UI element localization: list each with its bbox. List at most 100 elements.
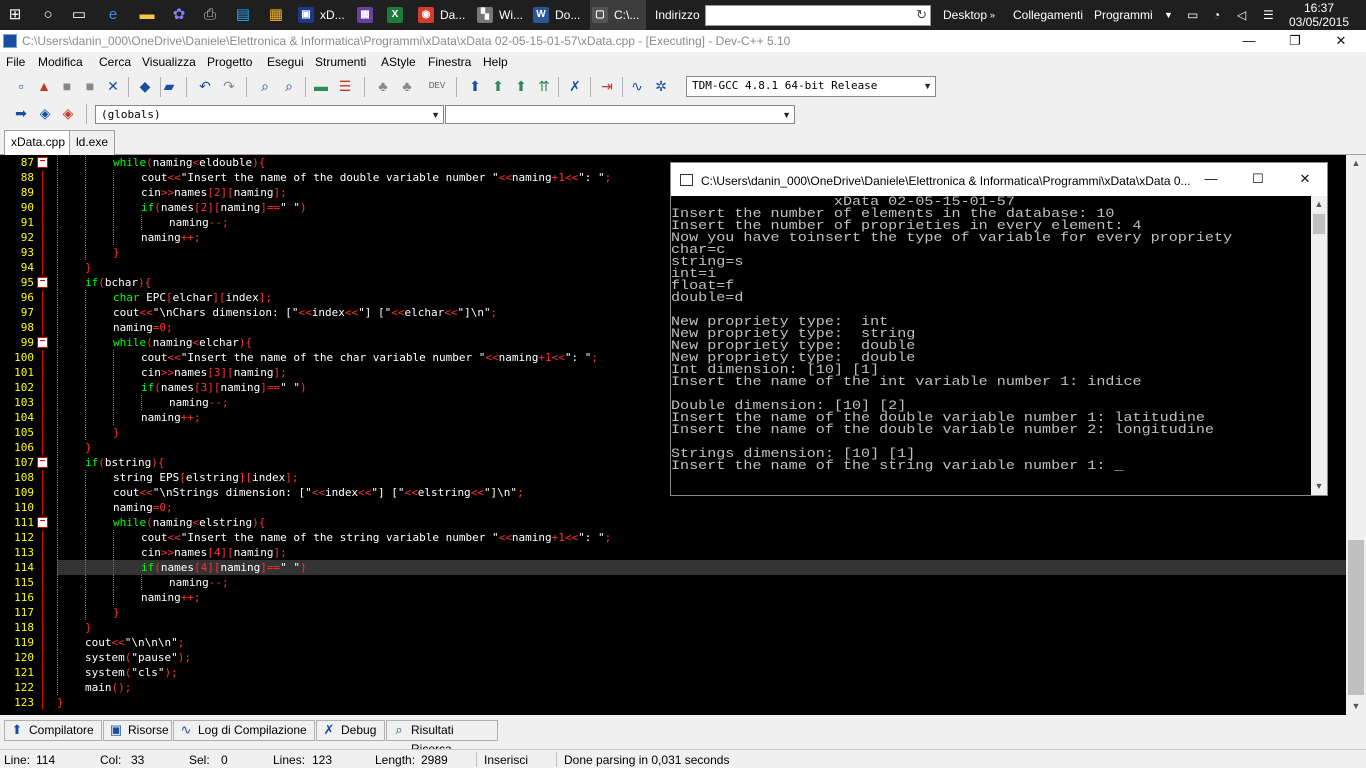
- compile-icon[interactable]: ⬆: [466, 77, 484, 95]
- console-window[interactable]: C:\Users\danin_000\OneDrive\Daniele\Elet…: [670, 162, 1328, 496]
- scope-select[interactable]: (globals) ▼: [95, 105, 444, 124]
- redo-icon[interactable]: ↷: [220, 77, 238, 95]
- menu-item-esegui[interactable]: Esegui: [267, 55, 304, 69]
- menu-item-cerca[interactable]: Cerca: [99, 55, 131, 69]
- console-titlebar[interactable]: C:\Users\danin_000\OneDrive\Daniele\Elet…: [671, 163, 1327, 196]
- taskbar-app-6[interactable]: ▢ C:\...: [590, 0, 646, 30]
- code-line[interactable]: if(names[4][naming]==" "): [57, 560, 1346, 575]
- notifications-icon[interactable]: ☰: [1263, 0, 1274, 30]
- console-output[interactable]: xData 02-05-15-01-57 Insert the number of…: [671, 196, 1311, 495]
- devpak-icon[interactable]: DEV: [428, 77, 446, 95]
- console-minimize-button[interactable]: —: [1188, 168, 1234, 190]
- programs-dropdown-icon[interactable]: ▼: [1164, 0, 1173, 30]
- minimize-button[interactable]: —: [1226, 30, 1272, 52]
- menu-item-astyle[interactable]: AStyle: [381, 55, 416, 69]
- bottom-tab-resources[interactable]: ▣ Risorse: [103, 720, 172, 741]
- code-line[interactable]: main();: [57, 680, 1346, 695]
- devcpp-app-icon[interactable]: [3, 34, 17, 48]
- project-icon[interactable]: ▰: [160, 77, 178, 95]
- menu-item-progetto[interactable]: Progetto: [207, 55, 252, 69]
- editor-vertical-scrollbar[interactable]: ▲ ▼: [1346, 155, 1366, 715]
- fold-toggle-icon[interactable]: −: [37, 337, 48, 348]
- find-icon[interactable]: ⌕: [256, 77, 274, 95]
- list-icon[interactable]: ☰: [336, 77, 354, 95]
- code-line[interactable]: naming=0;: [57, 500, 1346, 515]
- printer-icon[interactable]: ⎙: [200, 5, 220, 25]
- taskbar-app-4[interactable]: ▚ Wi...: [475, 0, 527, 30]
- network-icon[interactable]: ◔: [1213, 0, 1220, 30]
- new-file-icon[interactable]: ▫: [12, 77, 30, 95]
- edge-browser-icon[interactable]: e: [103, 5, 123, 25]
- menu-item-file[interactable]: File: [6, 55, 25, 69]
- task-view-icon[interactable]: ▭: [69, 5, 89, 25]
- address-input[interactable]: ↻: [705, 5, 931, 26]
- bottom-tab-compiler[interactable]: ⬆ Compilatore: [4, 720, 102, 741]
- menu-item-help[interactable]: Help: [483, 55, 508, 69]
- compile-run-icon[interactable]: ⬆: [512, 77, 530, 95]
- code-line[interactable]: cin>>names[4][naming];: [57, 545, 1346, 560]
- stop-execution-icon[interactable]: ⇥: [598, 77, 616, 95]
- clock[interactable]: 16:37 03/05/2015: [1288, 0, 1350, 29]
- code-line[interactable]: naming++;: [57, 590, 1346, 605]
- console-scrollbar[interactable]: ▲ ▼: [1311, 196, 1327, 495]
- function-select[interactable]: ▼: [445, 105, 795, 124]
- menu-item-visualizza[interactable]: Visualizza: [142, 55, 196, 69]
- close-button[interactable]: ✕: [1318, 30, 1364, 52]
- scrollbar-thumb[interactable]: [1313, 214, 1325, 234]
- save-icon[interactable]: ■: [58, 77, 76, 95]
- toolbar-chevron-icon[interactable]: »: [990, 0, 995, 30]
- programs-toolbar[interactable]: Programmi: [1094, 0, 1153, 30]
- code-line[interactable]: naming--;: [57, 575, 1346, 590]
- bottom-tab-debug[interactable]: ✗ Debug: [316, 720, 385, 741]
- scroll-up-icon[interactable]: ▲: [1346, 155, 1366, 172]
- taskbar-app-0[interactable]: ▣ xD...: [296, 0, 348, 30]
- file-explorer-icon[interactable]: ▬: [137, 5, 157, 25]
- taskbar-app-3[interactable]: ◉ Da...: [416, 0, 468, 30]
- fold-toggle-icon[interactable]: −: [37, 457, 48, 468]
- taskbar-app-2[interactable]: X: [385, 0, 409, 30]
- volume-icon[interactable]: ◁: [1237, 0, 1246, 30]
- open-file-icon[interactable]: ▲: [35, 77, 53, 95]
- search-circle-icon[interactable]: ○: [38, 5, 58, 25]
- console-maximize-button[interactable]: ☐: [1235, 168, 1281, 190]
- fold-toggle-icon[interactable]: −: [37, 517, 48, 528]
- fold-toggle-icon[interactable]: −: [37, 157, 48, 168]
- fold-toggle-icon[interactable]: −: [37, 277, 48, 288]
- profile-delete-icon[interactable]: ✲: [652, 77, 670, 95]
- compiler-select[interactable]: TDM-GCC 4.8.1 64-bit Release ▼: [686, 76, 936, 97]
- bottom-tab-find-results[interactable]: ⌕Risultati Ricerca: [386, 720, 498, 756]
- rebuild-icon[interactable]: ⇈: [535, 77, 553, 95]
- code-line[interactable]: cout<<"\n\n\n";: [57, 635, 1346, 650]
- maximize-button[interactable]: ❐: [1272, 30, 1318, 52]
- goto-arrow-icon[interactable]: ➡: [12, 104, 30, 122]
- scrollbar-thumb[interactable]: [1348, 540, 1364, 695]
- save-all-icon[interactable]: ■: [81, 77, 99, 95]
- toggle-bookmark-icon[interactable]: ◈: [59, 104, 77, 122]
- goto-icon[interactable]: ▬: [312, 77, 330, 95]
- insert-icon[interactable]: ◈: [36, 104, 54, 122]
- close-file-icon[interactable]: ✕: [104, 77, 122, 95]
- replace-icon[interactable]: ⌕: [280, 77, 298, 95]
- taskbar-app-1[interactable]: ▦: [355, 0, 379, 30]
- settings-app-icon[interactable]: ✿: [169, 5, 189, 25]
- menu-item-strumenti[interactable]: Strumenti: [315, 55, 366, 69]
- desktop-toolbar[interactable]: Desktop: [943, 0, 987, 30]
- code-line[interactable]: system("pause");: [57, 650, 1346, 665]
- links-toolbar[interactable]: Collegamenti: [1013, 0, 1083, 30]
- add-class-icon[interactable]: ♣: [398, 77, 416, 95]
- scroll-up-icon[interactable]: ▲: [1311, 196, 1327, 213]
- menu-item-modifica[interactable]: Modifica: [38, 55, 83, 69]
- run-icon[interactable]: ⬆: [489, 77, 507, 95]
- scroll-down-icon[interactable]: ▼: [1311, 478, 1327, 495]
- menu-item-finestra[interactable]: Finestra: [428, 55, 471, 69]
- bottom-tab-compile-log[interactable]: ∿ Log di Compilazione: [173, 720, 315, 741]
- taskbar-app-5[interactable]: W Do...: [531, 0, 583, 30]
- debug-icon[interactable]: ✗: [566, 77, 584, 95]
- scroll-down-icon[interactable]: ▼: [1346, 698, 1366, 715]
- console-close-button[interactable]: ✕: [1282, 168, 1328, 190]
- class-browser-icon[interactable]: ♣: [374, 77, 392, 95]
- code-line[interactable]: cout<<"Insert the name of the string var…: [57, 530, 1346, 545]
- print-icon[interactable]: ◆: [136, 77, 154, 95]
- app-icon-ge[interactable]: ▤: [233, 5, 253, 25]
- undo-icon[interactable]: ↶: [196, 77, 214, 95]
